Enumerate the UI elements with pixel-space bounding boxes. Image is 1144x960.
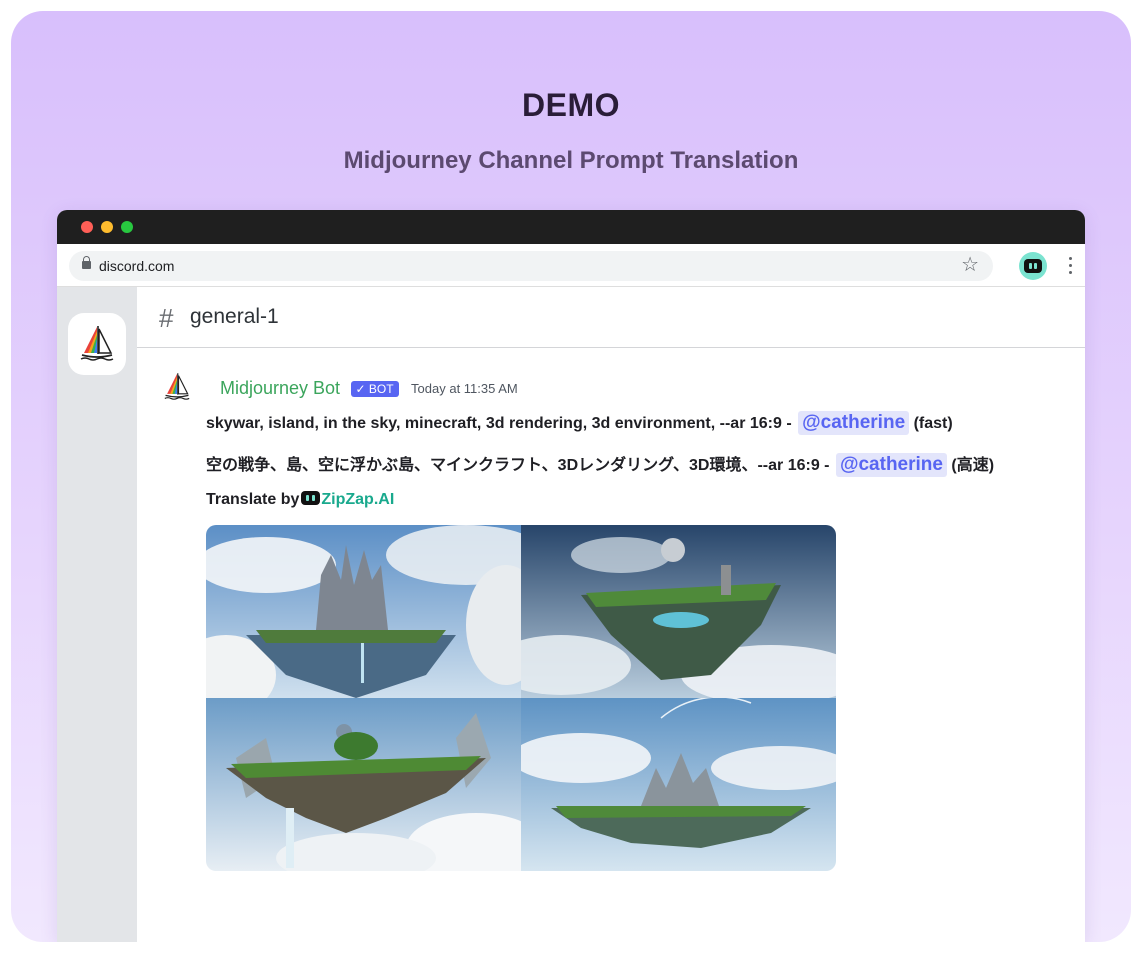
bookmark-star-icon[interactable]: ☆: [961, 254, 979, 276]
midjourney-boat-icon: [80, 326, 114, 361]
translate-credit: Translate by ZipZap.AI: [206, 491, 394, 509]
message-timestamp: Today at 11:35 AM: [411, 381, 518, 396]
maximize-window-button[interactable]: [121, 221, 133, 233]
image-tile-3[interactable]: [206, 698, 521, 871]
close-window-button[interactable]: [81, 221, 93, 233]
image-grid[interactable]: [206, 525, 836, 871]
channel-name: general-1: [190, 305, 279, 328]
lock-icon: [82, 256, 91, 269]
mode-english: (fast): [913, 415, 953, 432]
channel-header: # general-1: [137, 287, 1085, 348]
image-tile-1[interactable]: [206, 525, 521, 698]
prompt-english-text: skywar, island, in the sky, minecraft, 3…: [206, 415, 792, 432]
browser-window: discord.com ☆ # general-1 Midjourney Bot…: [57, 210, 1085, 942]
bot-avatar[interactable]: [161, 371, 193, 403]
prompt-japanese-text: 空の戦争、島、空に浮かぶ島、マインクラフト、3Dレンダリング、3D環境、--ar…: [206, 457, 830, 474]
channel-content: # general-1 Midjourney Bot ✓ BOT Today a…: [137, 287, 1085, 942]
demo-subtitle: Midjourney Channel Prompt Translation: [343, 147, 799, 174]
author-name[interactable]: Midjourney Bot: [220, 378, 340, 398]
zipzap-extension-icon[interactable]: [1019, 252, 1047, 280]
demo-title: DEMO: [522, 87, 620, 123]
browser-menu-icon[interactable]: [1069, 257, 1073, 275]
demo-card: DEMO Midjourney Channel Prompt Translati…: [11, 11, 1131, 942]
channel-hash-icon: #: [159, 303, 174, 333]
address-bar[interactable]: discord.com ☆: [69, 251, 993, 281]
browser-toolbar: discord.com ☆: [57, 244, 1085, 287]
browser-titlebar: [57, 210, 1085, 244]
server-sidebar: [57, 287, 137, 942]
server-icon-midjourney[interactable]: [68, 313, 126, 375]
prompt-japanese: 空の戦争、島、空に浮かぶ島、マインクラフト、3Dレンダリング、3D環境、--ar…: [206, 451, 994, 477]
prompt-english: skywar, island, in the sky, minecraft, 3…: [206, 411, 953, 435]
image-tile-4[interactable]: [521, 698, 836, 871]
user-mention[interactable]: @catherine: [835, 453, 947, 477]
minimize-window-button[interactable]: [101, 221, 113, 233]
message-header: Midjourney Bot ✓ BOT Today at 11:35 AM: [220, 378, 518, 400]
image-tile-2[interactable]: [521, 525, 836, 698]
url-text: discord.com: [99, 258, 175, 274]
bot-badge: ✓ BOT: [350, 380, 399, 397]
mode-japanese: (高速): [951, 457, 995, 474]
translate-brand[interactable]: ZipZap.AI: [321, 491, 394, 508]
translate-prefix: Translate by: [206, 491, 300, 508]
zipzap-logo-icon: [301, 491, 321, 505]
user-mention[interactable]: @catherine: [798, 411, 910, 435]
